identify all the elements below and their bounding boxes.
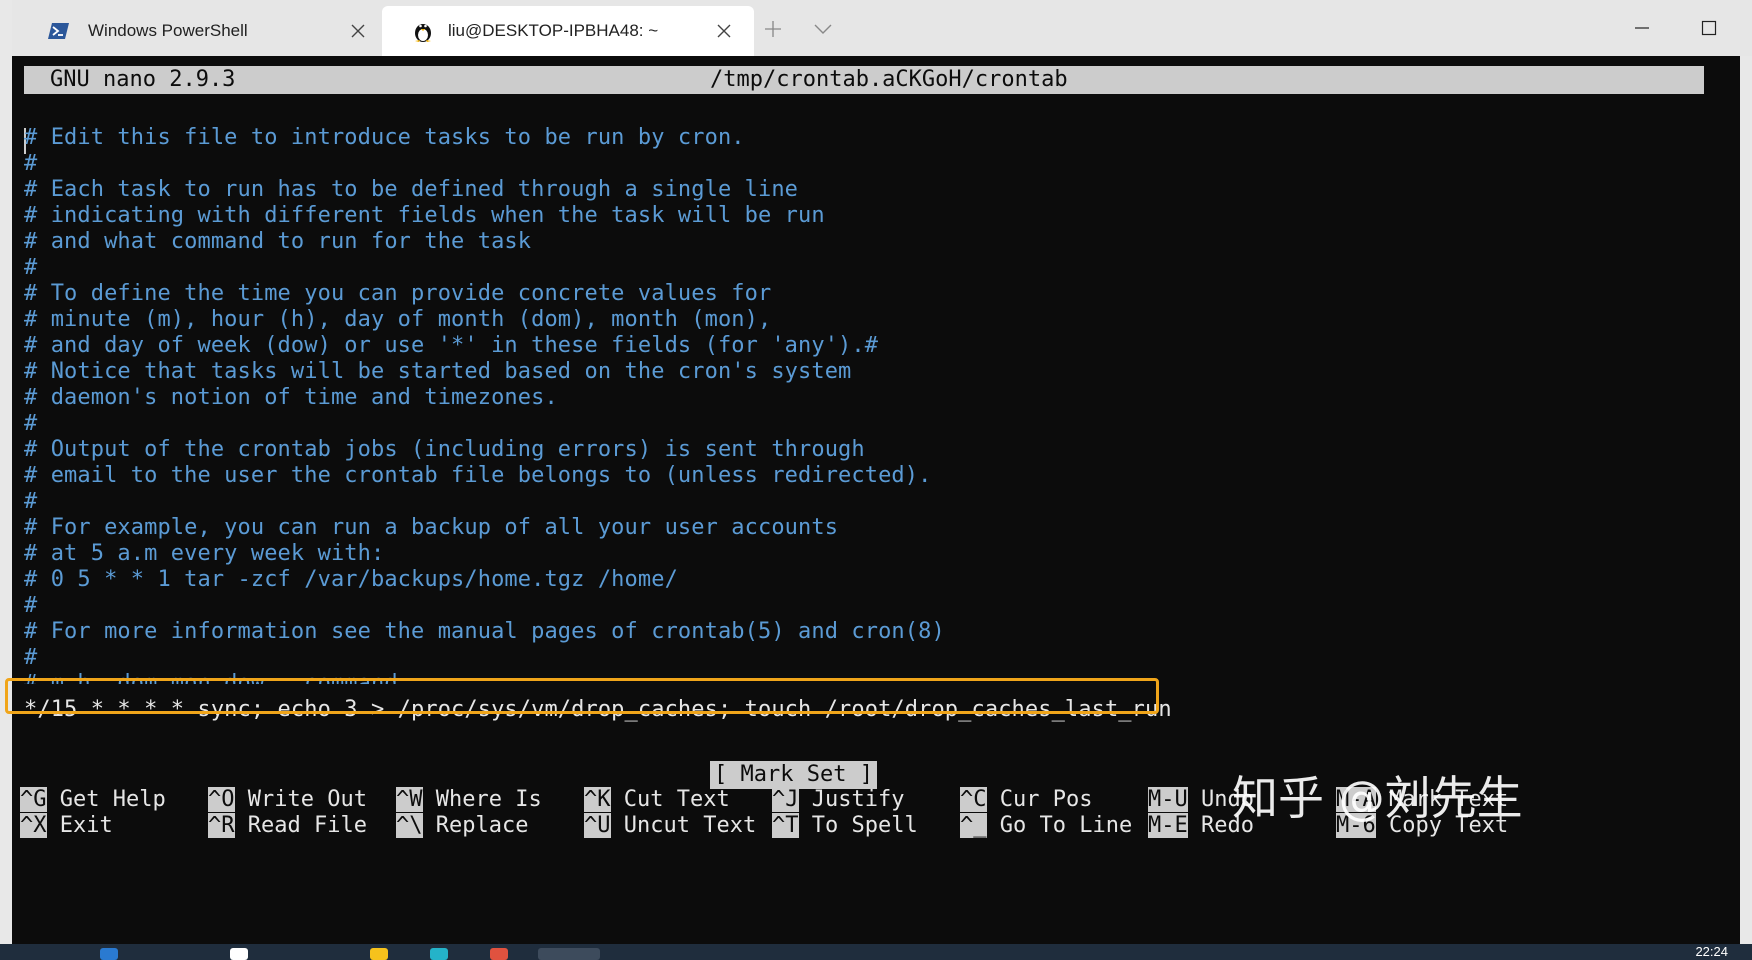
tab-dropdown-icon[interactable] xyxy=(808,14,838,44)
shortcut-label: Go To Line xyxy=(1000,813,1132,838)
shortcut-cur-pos[interactable]: ^C Cur Pos xyxy=(960,786,1092,814)
shortcut-exit[interactable]: ^X Exit xyxy=(20,812,113,840)
shortcut-replace[interactable]: ^\ Replace xyxy=(396,812,528,840)
shortcut-key: ^W xyxy=(396,787,423,812)
shortcut-key: ^C xyxy=(960,787,987,812)
shortcut-key: ^R xyxy=(208,813,235,838)
shortcut-go-to-line[interactable]: ^_ Go To Line xyxy=(960,812,1132,840)
editor-line: # daemon's notion of time and timezones. xyxy=(24,384,558,412)
shortcut-key: ^J xyxy=(772,787,799,812)
editor-line: # indicating with different fields when … xyxy=(24,202,825,230)
editor-line: # xyxy=(24,644,37,672)
taskbar-app-icon[interactable] xyxy=(370,948,388,960)
editor-line: # at 5 a.m every week with: xyxy=(24,540,384,568)
shortcut-uncut-text[interactable]: ^U Uncut Text xyxy=(584,812,756,840)
taskbar-app-icon[interactable] xyxy=(490,948,508,960)
shortcut-label: To Spell xyxy=(812,813,918,838)
shortcut-label: Uncut Text xyxy=(624,813,756,838)
editor-line: # Notice that tasks will be started base… xyxy=(24,358,851,386)
highlight-annotation xyxy=(5,678,1159,714)
taskbar-clock[interactable]: 22:24 xyxy=(1695,944,1728,959)
shortcut-label: Exit xyxy=(60,813,113,838)
shortcut-label: Cut Text xyxy=(624,787,730,812)
shortcut-key: ^_ xyxy=(960,813,987,838)
editor-line: # Edit this file to introduce tasks to b… xyxy=(24,124,745,152)
nano-status-message: [ Mark Set ] xyxy=(710,761,877,789)
editor-line: # To define the time you can provide con… xyxy=(24,280,771,308)
taskbar: 22:24 xyxy=(0,944,1752,960)
watermark-text: 知乎 @刘先生 xyxy=(1232,762,1523,828)
taskbar-app-icon[interactable] xyxy=(100,948,118,960)
shortcut-key: ^T xyxy=(772,813,799,838)
powershell-icon xyxy=(48,20,70,42)
shortcut-get-help[interactable]: ^G Get Help xyxy=(20,786,166,814)
editor-line: # Each task to run has to be defined thr… xyxy=(24,176,798,204)
editor-line: # and what command to run for the task xyxy=(24,228,531,256)
window-titlebar: Windows PowerShell liu@DESKTOP-IPBHA48: … xyxy=(12,0,1752,56)
editor-line: # xyxy=(24,592,37,620)
minimize-icon[interactable] xyxy=(1612,8,1672,48)
shortcut-label: Cur Pos xyxy=(1000,787,1093,812)
background-desktop xyxy=(0,0,12,960)
nano-version: GNU nano 2.9.3 xyxy=(50,66,235,94)
shortcut-key: M-U xyxy=(1148,787,1188,812)
taskbar-app-icon[interactable] xyxy=(230,948,248,960)
shortcut-key: ^U xyxy=(584,813,611,838)
editor-line: # For more information see the manual pa… xyxy=(24,618,945,646)
shortcut-key: ^O xyxy=(208,787,235,812)
new-tab-icon[interactable] xyxy=(758,14,788,44)
editor-line: # xyxy=(24,254,37,282)
nano-header-bar: GNU nano 2.9.3 /tmp/crontab.aCKGoH/cront… xyxy=(24,66,1704,94)
shortcut-label: Justify xyxy=(812,787,905,812)
shortcut-justify[interactable]: ^J Justify xyxy=(772,786,904,814)
shortcut-key: ^K xyxy=(584,787,611,812)
close-tab-icon[interactable] xyxy=(348,21,368,41)
editor-line: # email to the user the crontab file bel… xyxy=(24,462,931,490)
editor-line: # minute (m), hour (h), day of month (do… xyxy=(24,306,771,334)
tab-ubuntu-terminal[interactable]: liu@DESKTOP-IPBHA48: ~ xyxy=(382,6,754,56)
shortcut-label: Replace xyxy=(436,813,529,838)
tab-windows-powershell[interactable]: Windows PowerShell xyxy=(20,6,388,56)
shortcut-key: M-E xyxy=(1148,813,1188,838)
shortcut-write-out[interactable]: ^O Write Out xyxy=(208,786,367,814)
linux-penguin-icon xyxy=(412,20,434,42)
nano-filename: /tmp/crontab.aCKGoH/crontab xyxy=(710,66,1068,94)
shortcut-where-is[interactable]: ^W Where Is xyxy=(396,786,542,814)
taskbar-active-app[interactable] xyxy=(538,948,600,960)
editor-line: # For example, you can run a backup of a… xyxy=(24,514,838,542)
shortcut-label: Where Is xyxy=(436,787,542,812)
shortcut-label: Get Help xyxy=(60,787,166,812)
shortcut-key: ^G xyxy=(20,787,47,812)
shortcut-label: Write Out xyxy=(248,787,367,812)
maximize-icon[interactable] xyxy=(1679,8,1739,48)
taskbar-app-icon[interactable] xyxy=(430,948,448,960)
tab-label: Windows PowerShell xyxy=(88,21,348,41)
editor-line: # and day of week (dow) or use '*' in th… xyxy=(24,332,878,360)
close-tab-icon[interactable] xyxy=(714,21,734,41)
shortcut-to-spell[interactable]: ^T To Spell xyxy=(772,812,918,840)
tab-label: liu@DESKTOP-IPBHA48: ~ xyxy=(448,21,714,41)
shortcut-label: Read File xyxy=(248,813,367,838)
shortcut-read-file[interactable]: ^R Read File xyxy=(208,812,367,840)
editor-line: # xyxy=(24,488,37,516)
background-desktop-right xyxy=(1740,56,1752,944)
shortcut-key: ^\ xyxy=(396,813,423,838)
close-icon[interactable] xyxy=(1746,8,1752,48)
editor-line: # xyxy=(24,410,37,438)
editor-line: # Output of the crontab jobs (including … xyxy=(24,436,865,464)
editor-line: # 0 5 * * 1 tar -zcf /var/backups/home.t… xyxy=(24,566,678,594)
shortcut-cut-text[interactable]: ^K Cut Text xyxy=(584,786,730,814)
editor-line: # xyxy=(24,150,37,178)
shortcut-key: ^X xyxy=(20,813,47,838)
